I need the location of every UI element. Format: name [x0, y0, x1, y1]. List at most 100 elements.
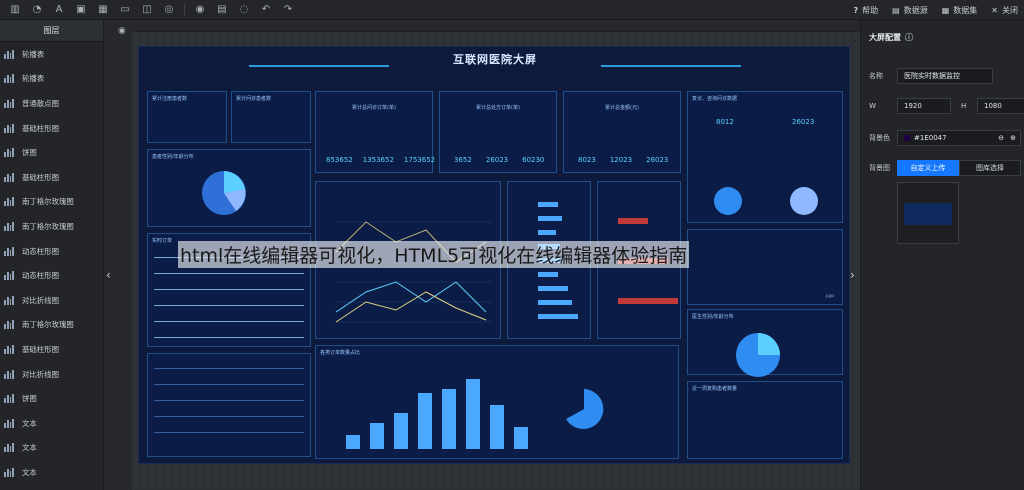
bar	[394, 413, 408, 449]
doctor-gender-panel[interactable]: 医生性别/年龄分布	[687, 309, 843, 377]
layer-item[interactable]: 文本	[0, 411, 103, 436]
layer-item[interactable]: 基础柱形图	[0, 165, 103, 190]
layer-chart-icon	[4, 271, 14, 281]
stat-value: 26023	[646, 156, 669, 164]
orders-list-panel[interactable]	[147, 353, 311, 457]
layer-item[interactable]: 对比折线图	[0, 288, 103, 313]
redo-icon[interactable]: ↷	[277, 0, 299, 20]
library-button[interactable]: 图库选择	[959, 160, 1021, 176]
layer-item[interactable]: 轮播表	[0, 67, 103, 92]
image-icon[interactable]: ▣	[70, 0, 92, 20]
config-title: 大屏配置 ⓘ	[869, 32, 913, 43]
layer-chart-icon	[4, 148, 14, 158]
stat-row: 3652 26023 60230	[454, 156, 544, 164]
layer-item[interactable]: 轮播表	[0, 42, 103, 67]
layer-item[interactable]: 文本	[0, 460, 103, 485]
name-input[interactable]: 医院实时数据监控	[897, 68, 993, 84]
bar	[514, 427, 528, 449]
layer-item[interactable]: 普通散点图	[0, 91, 103, 116]
database-icon[interactable]: ◉	[189, 0, 211, 20]
height-label: H	[961, 102, 967, 110]
bg-image-label: 背景图	[869, 164, 890, 172]
layer-item[interactable]: 文本	[0, 436, 103, 461]
pie-slice	[714, 187, 742, 215]
stat-row: 853652 1353652 1753652	[326, 156, 435, 164]
title-decoration-right	[601, 65, 741, 67]
table-divider	[154, 416, 304, 417]
help-circle-icon[interactable]: ⓘ	[905, 32, 913, 43]
layer-item[interactable]: 对比折线图	[0, 362, 103, 387]
order-category-panel[interactable]: 各类订单数量占比	[315, 345, 679, 459]
size-row: W 1920 H 1080	[869, 98, 1024, 114]
table-divider	[154, 337, 304, 338]
bar	[466, 379, 480, 449]
layer-item[interactable]: 动态柱形图	[0, 239, 103, 264]
eye-icon[interactable]: ◉	[118, 26, 130, 36]
layer-item[interactable]: 饼图	[0, 140, 103, 165]
followup-consult-panel[interactable]: 复诊、咨询问诊数据 8012 26023	[687, 91, 843, 223]
doctor-bars-panel[interactable]: APP	[687, 229, 843, 305]
layer-panel-header: 图层	[0, 20, 103, 42]
layer-item-label: 文本	[22, 443, 37, 453]
preview-icon[interactable]: ◌	[233, 0, 255, 20]
layer-item[interactable]: 基础柱形图	[0, 337, 103, 362]
layer-chart-icon	[4, 394, 14, 404]
border-icon[interactable]: ◫	[136, 0, 158, 20]
stat-row: 8023 12023 26023	[578, 156, 668, 164]
close-icon: ✕	[991, 5, 998, 15]
weekly-repurchase-panel[interactable]: 近一周复购患者数量	[687, 381, 843, 459]
prescription-orders-panel[interactable]: 累计总处方订单(单) 3652 26023 60230	[439, 91, 557, 173]
dataset-icon: ▦	[941, 5, 950, 15]
bar-chart-icon[interactable]: ▥	[4, 0, 26, 20]
scroll-right-arrow[interactable]: ›	[850, 268, 855, 282]
component-icon[interactable]: ◎	[158, 0, 180, 20]
dataset-button[interactable]: ▦ 数据集	[942, 5, 978, 16]
chart-type-icon[interactable]: ◔	[26, 0, 48, 20]
background-thumbnail[interactable]	[897, 182, 959, 244]
panel-title: 累计总金额(元)	[605, 105, 639, 111]
media-icon[interactable]: ▭	[114, 0, 136, 20]
consult-orders-panel[interactable]: 累计总问诊订单(单) 853652 1353652 1753652	[315, 91, 435, 173]
close-button[interactable]: ✕ 关闭	[991, 5, 1018, 16]
layer-item-label: 南丁格尔玫瑰图	[22, 221, 74, 231]
panel-title: 各类订单数量占比	[320, 350, 361, 356]
add-icon[interactable]: ⊕	[1010, 134, 1016, 142]
height-input[interactable]: 1080	[977, 98, 1024, 114]
layer-item[interactable]: 南丁格尔玫瑰图	[0, 214, 103, 239]
reset-icon[interactable]: ⊖	[998, 134, 1004, 142]
ruler-top	[132, 20, 860, 32]
axis-label: APP	[825, 295, 834, 300]
panel-title: 累计总问诊订单(单)	[352, 105, 396, 111]
scroll-left-arrow[interactable]: ‹	[106, 268, 111, 282]
layer-item-label: 文本	[22, 418, 37, 428]
layer-item-label: 轮播表	[22, 74, 45, 84]
data-source-button[interactable]: ▤ 数据源	[892, 5, 928, 16]
save-icon[interactable]: ▤	[211, 0, 233, 20]
layer-item-label: 对比折线图	[22, 369, 59, 379]
text-icon[interactable]: A	[48, 0, 70, 20]
bar	[538, 230, 556, 235]
consulted-patients-panel[interactable]: 累计问诊患者数	[231, 91, 311, 143]
registered-patients-panel[interactable]: 累计注册患者数	[147, 91, 227, 143]
bg-color-input[interactable]: #1E0047 ⊖ ⊕	[897, 130, 1021, 146]
table-divider	[154, 368, 304, 369]
upload-button[interactable]: 自定义上传	[897, 160, 959, 176]
layer-item[interactable]: 基础柱形图	[0, 116, 103, 141]
layer-chart-icon	[4, 369, 14, 379]
layer-item[interactable]: 动态柱形图	[0, 263, 103, 288]
total-amount-panel[interactable]: 累计总金额(元) 8023 12023 26023	[563, 91, 681, 173]
config-panel: 大屏配置 ⓘ 名称 医院实时数据监控 W 1920 H 1080 背景色 #1E…	[860, 20, 1024, 490]
pie-slice	[758, 333, 780, 355]
table-icon[interactable]: ▦	[92, 0, 114, 20]
layer-item[interactable]: 南丁格尔玫瑰图	[0, 190, 103, 215]
undo-icon[interactable]: ↶	[255, 0, 277, 20]
patient-gender-panel[interactable]: 患者性别/年龄分布	[147, 149, 311, 227]
width-input[interactable]: 1920	[897, 98, 951, 114]
help-button[interactable]: ? 帮助	[854, 5, 879, 16]
layer-item[interactable]: 饼图	[0, 386, 103, 411]
layer-item[interactable]: 南丁格尔玫瑰图	[0, 313, 103, 338]
layer-item-label: 动态柱形图	[22, 246, 59, 256]
stat-value: 12023	[609, 156, 633, 164]
table-divider	[154, 273, 304, 274]
bar	[538, 272, 558, 277]
